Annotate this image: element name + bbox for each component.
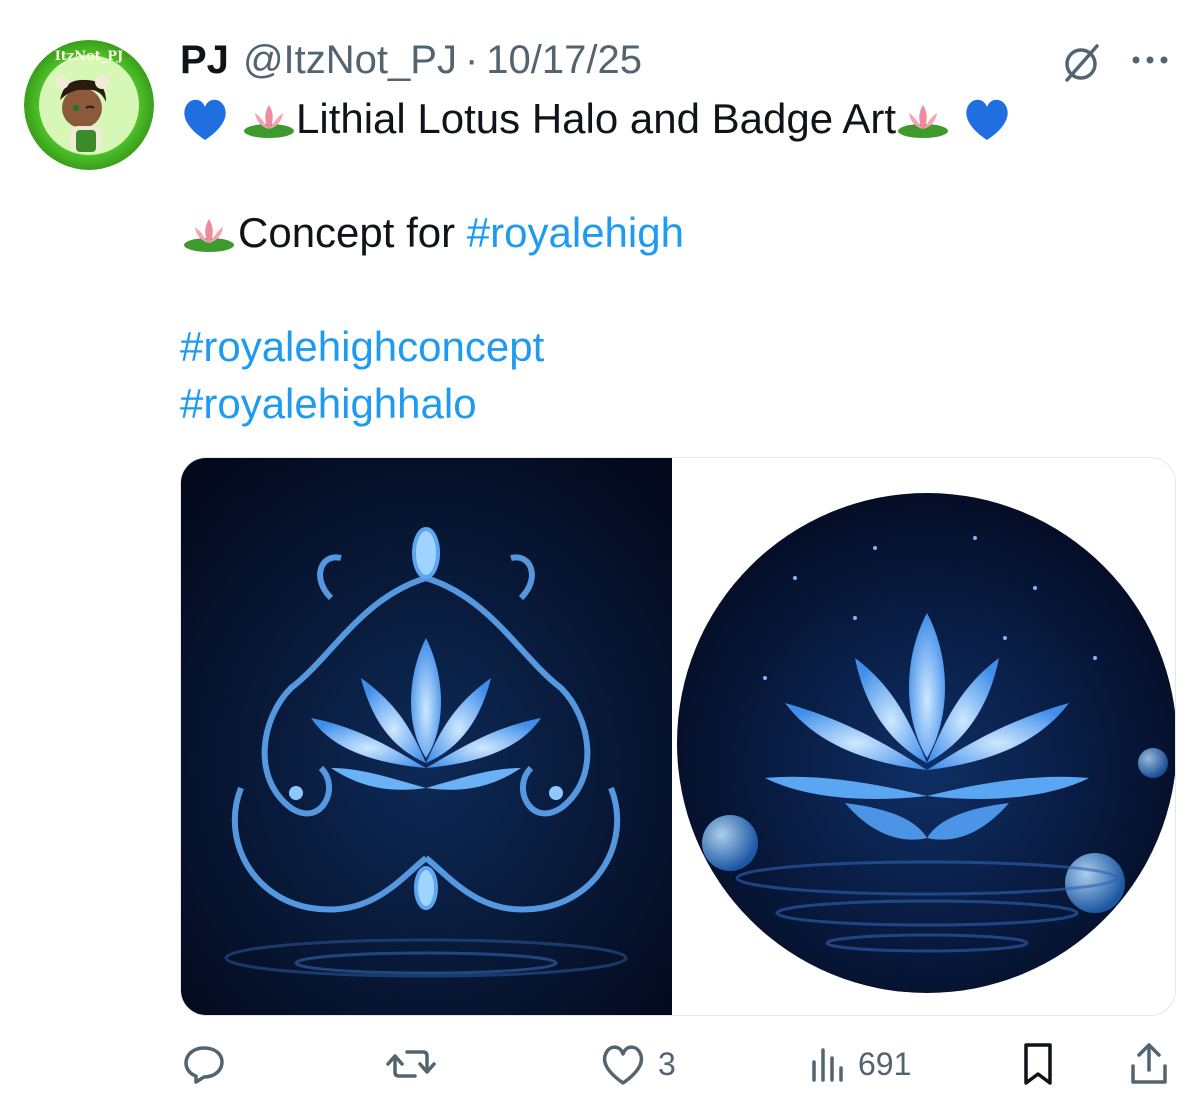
concept-line: Concept for #royalehigh: [180, 204, 1170, 261]
bookmark-button[interactable]: [1018, 1038, 1058, 1090]
blue-heart-icon: [180, 96, 230, 142]
like-button[interactable]: 3: [598, 1038, 676, 1090]
hashtag-royalehigh[interactable]: #royalehigh: [467, 204, 684, 261]
grok-icon[interactable]: [1057, 40, 1105, 88]
title-text: Lithial Lotus Halo and Badge Art: [296, 95, 897, 142]
avatar[interactable]: ItzNot_PJ: [24, 40, 154, 170]
tweet-date[interactable]: 10/17/25: [486, 32, 642, 88]
reply-button[interactable]: [180, 1038, 238, 1090]
badge-art-image[interactable]: [675, 458, 1175, 1015]
more-options-icon[interactable]: [1126, 40, 1174, 80]
views-icon: [808, 1044, 848, 1084]
repost-icon: [385, 1040, 437, 1088]
views-count: 691: [858, 1045, 912, 1082]
user-handle[interactable]: @ItzNot_PJ: [243, 32, 457, 88]
views-button[interactable]: 691: [808, 1038, 911, 1090]
concept-prefix: Concept for: [238, 209, 467, 256]
lotus-icon: [896, 99, 950, 139]
lotus-icon: [242, 99, 296, 139]
hashtag-line: #royalehighconcept: [180, 318, 1170, 375]
title-line: Lithial Lotus Halo and Badge Art: [180, 90, 1170, 147]
action-bar: 3 691: [180, 1038, 1170, 1090]
hashtag-royalehighhalo[interactable]: #royalehighhalo: [180, 375, 477, 432]
share-icon: [1128, 1040, 1170, 1088]
tweet-header: PJ @ItzNot_PJ · 10/17/25: [180, 32, 642, 88]
reply-icon: [180, 1040, 228, 1088]
separator-dot: ·: [464, 38, 479, 82]
tweet-text: Lithial Lotus Halo and Badge Art Concept…: [180, 90, 1170, 432]
like-count: 3: [658, 1045, 676, 1082]
hashtag-royalehighconcept[interactable]: #royalehighconcept: [180, 318, 544, 375]
halo-art-image[interactable]: [181, 458, 672, 1015]
blue-heart-icon: [962, 96, 1012, 142]
hashtag-line: #royalehighhalo: [180, 375, 1170, 432]
lotus-icon: [180, 213, 238, 253]
share-button[interactable]: [1128, 1038, 1170, 1090]
media-grid: [180, 457, 1176, 1016]
heart-icon: [598, 1041, 648, 1087]
bookmark-icon: [1018, 1040, 1058, 1088]
display-name[interactable]: PJ: [180, 32, 229, 88]
svg-text:ItzNot_PJ: ItzNot_PJ: [55, 49, 123, 64]
repost-button[interactable]: [385, 1038, 447, 1090]
